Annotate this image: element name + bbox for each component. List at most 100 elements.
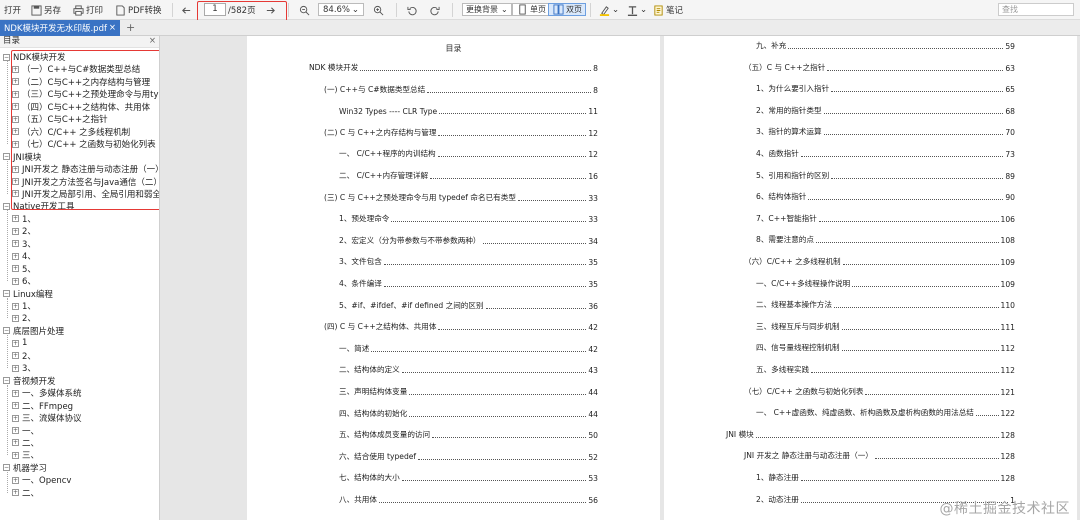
toc-entry[interactable]: 二、结构体的定义 43 <box>339 365 598 375</box>
toc-item[interactable]: + 二、FFmpeg <box>12 400 73 412</box>
toc-item[interactable]: + 三、 <box>12 449 39 461</box>
collapse-icon[interactable]: − <box>3 377 10 385</box>
expand-icon[interactable]: + <box>12 252 19 260</box>
toc-entry[interactable]: 二、 C/C++内存管理详解 16 <box>339 171 598 181</box>
toc-entry[interactable]: 九、补充 59 <box>756 41 1015 51</box>
toc-entry[interactable]: 3、指针的算术运算 70 <box>756 127 1015 137</box>
toc-entry[interactable]: 五、多线程实践 112 <box>756 365 1015 375</box>
toc-entry[interactable]: 一、C/C++多线程操作说明 109 <box>756 279 1015 289</box>
toc-entry[interactable]: 四、结构体的初始化 44 <box>339 409 598 419</box>
toc-section[interactable]: − Linux编程 <box>3 288 53 300</box>
toc-entry[interactable]: 七、结构体的大小 53 <box>339 473 598 483</box>
toc-item[interactable]: + 一、 <box>12 425 39 437</box>
toc-entry[interactable]: 6、结构体指针 90 <box>756 192 1015 202</box>
toc-entry[interactable]: NDK 模块开发 8 <box>309 63 598 73</box>
toc-entry[interactable]: Win32 Types ---- CLR Type 11 <box>339 106 598 116</box>
zoom-select[interactable]: 84.6% ⌄ <box>318 3 364 16</box>
toc-item[interactable]: +1、 <box>12 300 36 312</box>
expand-icon[interactable]: + <box>12 215 19 223</box>
toc-entry[interactable]: 3、文件包含 35 <box>339 257 598 267</box>
toc-item[interactable]: +2、 <box>12 312 36 324</box>
zoom-out-button[interactable] <box>298 3 310 17</box>
toc-entry[interactable]: 8、需要注意的点 108 <box>756 235 1015 245</box>
rotate-left-button[interactable] <box>406 3 418 17</box>
toc-item[interactable]: + 一、多媒体系统 <box>12 387 82 399</box>
close-icon[interactable]: × <box>149 36 156 47</box>
collapse-icon[interactable]: − <box>3 202 10 210</box>
toc-item[interactable]: + 二、 <box>12 487 39 499</box>
toc-entry[interactable]: 三、线程互斥与同步机制 111 <box>756 322 1015 332</box>
toc-section[interactable]: − 底层图片处理 <box>3 325 64 337</box>
toc-entry[interactable]: (四) C 与 C++之结构体、共用体 42 <box>324 322 598 332</box>
toc-entry[interactable]: JNI 开发之 静态注册与动态注册（一） 128 <box>744 451 1015 461</box>
expand-icon[interactable]: + <box>12 427 19 434</box>
toc-item[interactable]: +1、 <box>12 213 36 225</box>
expand-icon[interactable]: + <box>12 277 19 285</box>
toc-entry[interactable]: 5、#if、#ifdef、#if defined 之间的区别 36 <box>339 301 598 311</box>
toc-entry[interactable]: 三、声明结构体变量 44 <box>339 387 598 397</box>
expand-icon[interactable]: + <box>12 439 19 447</box>
toc-item[interactable]: +4、 <box>12 250 36 262</box>
toc-entry[interactable]: 1、为什么要引入指针 65 <box>756 84 1015 94</box>
expand-icon[interactable]: + <box>12 227 19 235</box>
expand-icon[interactable]: + <box>12 352 19 360</box>
toc-entry[interactable]: 2、常用的指针类型 68 <box>756 106 1015 116</box>
expand-icon[interactable]: + <box>12 314 19 322</box>
double-page-button[interactable]: 双页 <box>548 3 586 16</box>
toc-entry[interactable]: 五、结构体成员变量的访问 50 <box>339 430 598 440</box>
toc-entry[interactable]: 一、 C++虚函数、纯虚函数、析构函数及虚析构函数的用法总结 122 <box>756 408 1015 418</box>
expand-icon[interactable]: + <box>12 451 19 459</box>
toc-entry[interactable]: 八、共用体 56 <box>339 495 598 505</box>
zoom-in-button[interactable] <box>372 3 384 17</box>
highlight-pen-button[interactable]: ⌄ <box>598 3 619 17</box>
pdf-convert-button[interactable]: PDF转换 <box>114 3 162 17</box>
expand-icon[interactable]: + <box>12 389 19 397</box>
add-tab-button[interactable]: + <box>126 21 135 34</box>
text-tool-button[interactable]: ⌄ <box>626 3 647 17</box>
print-button[interactable]: 打印 <box>72 3 103 17</box>
toc-entry[interactable]: 六、结合使用 typedef 52 <box>339 452 598 462</box>
prev-page-button[interactable] <box>180 3 192 17</box>
expand-icon[interactable]: + <box>12 240 19 248</box>
toc-entry[interactable]: (一) C++与 C#数据类型总结 8 <box>324 85 598 95</box>
toc-entry[interactable]: JNI 模块 128 <box>726 430 1015 440</box>
expand-icon[interactable]: + <box>12 402 19 410</box>
expand-icon[interactable]: + <box>12 364 19 372</box>
collapse-icon[interactable]: − <box>3 53 10 61</box>
collapse-icon[interactable]: − <box>3 290 10 298</box>
toc-entry[interactable]: 7、C++智能指针 106 <box>756 214 1015 224</box>
save-as-button[interactable]: 另存 <box>30 3 61 17</box>
document-viewer[interactable]: 目录 NDK 模块开发 8 (一) C++与 C#数据类型总结 8 Win32 Type… <box>161 36 1080 520</box>
toc-item[interactable]: +2、 <box>12 350 36 362</box>
toc-item[interactable]: + 二、 <box>12 437 39 449</box>
toc-entry[interactable]: 4、函数指针 73 <box>756 149 1015 159</box>
toc-section[interactable]: − 音视频开发 <box>3 375 56 387</box>
collapse-icon[interactable]: − <box>3 327 10 335</box>
toc-entry[interactable]: 2、宏定义（分为带参数与不带参数两种） 34 <box>339 236 598 246</box>
toc-entry[interactable]: 1、静态注册 128 <box>756 473 1015 483</box>
tab-document[interactable]: NDK模块开发无水印版.pdf × <box>0 20 120 36</box>
toc-entry[interactable]: 一、简述 42 <box>339 344 598 354</box>
search-input[interactable]: 查找 <box>998 3 1074 16</box>
collapse-icon[interactable]: − <box>3 464 10 472</box>
toc-entry[interactable]: (三) C 与 C++之预处理命令与用 typedef 命名已有类型 33 <box>324 193 598 203</box>
toc-entry[interactable]: 二、线程基本操作方法 110 <box>756 300 1015 310</box>
toc-entry[interactable]: 四、信号量线程控制机制 112 <box>756 343 1015 353</box>
expand-icon[interactable]: + <box>12 476 19 484</box>
change-background-button[interactable]: 更换背景 ⌄ <box>462 3 512 16</box>
open-button[interactable]: 打开 <box>4 3 21 17</box>
expand-icon[interactable]: + <box>12 265 19 273</box>
toc-entry[interactable]: 1、预处理命令 33 <box>339 214 598 224</box>
toc-entry[interactable]: (二) C 与 C++之内存结构与管理 12 <box>324 128 598 138</box>
single-page-button[interactable]: 单页 <box>512 3 550 16</box>
toc-item[interactable]: +3、 <box>12 362 36 374</box>
expand-icon[interactable]: + <box>12 302 19 310</box>
toc-entry[interactable]: （六）C/C++ 之多线程机制 109 <box>744 257 1015 267</box>
toc-entry[interactable]: （七）C/C++ 之函数与初始化列表 121 <box>744 387 1015 397</box>
toc-entry[interactable]: 5、引用和指针的区别 89 <box>756 171 1015 181</box>
toc-item[interactable]: + 一、Opencv <box>12 474 71 486</box>
expand-icon[interactable]: + <box>12 489 19 497</box>
toc-entry[interactable]: （五）C 与 C++之指针 63 <box>744 63 1015 73</box>
expand-icon[interactable]: + <box>12 414 19 422</box>
close-icon[interactable]: × <box>109 23 116 33</box>
